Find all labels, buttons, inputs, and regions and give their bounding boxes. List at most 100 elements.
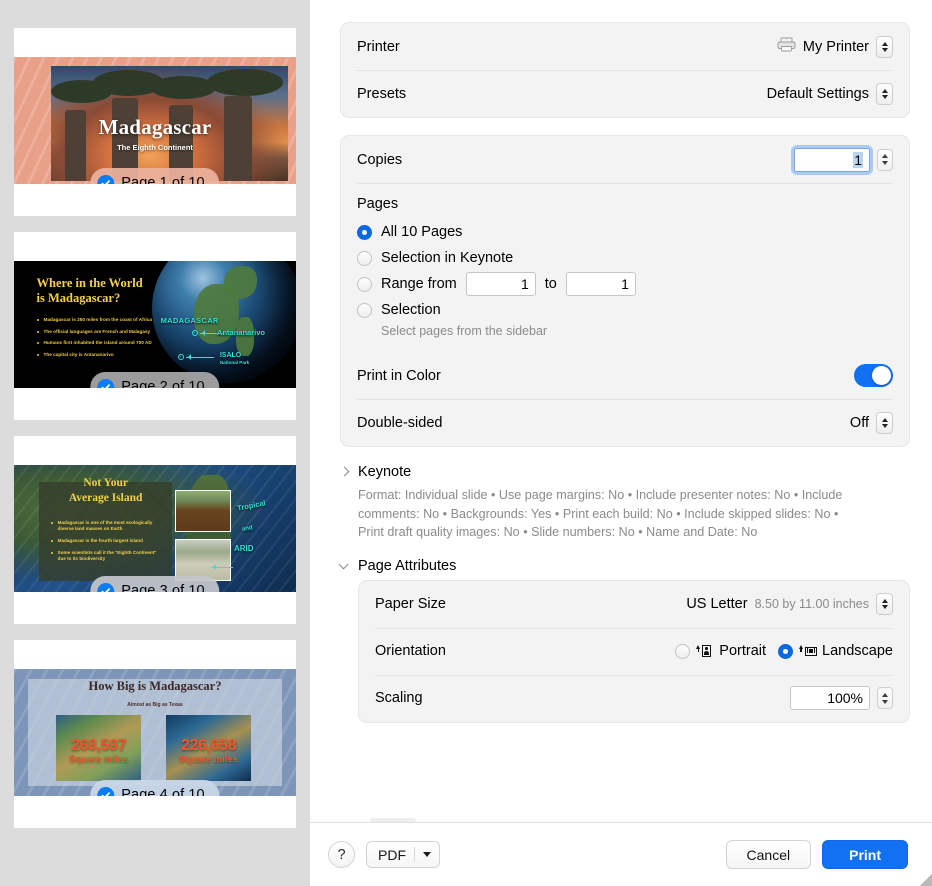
copies-input[interactable]: 1 xyxy=(794,147,870,172)
print-in-color-row[interactable]: Print in Color xyxy=(341,352,909,399)
next-section-partial xyxy=(340,818,910,822)
double-sided-popup-button[interactable] xyxy=(876,411,893,434)
chevron-down-icon[interactable] xyxy=(340,561,350,571)
portrait-label: Portrait xyxy=(719,643,767,659)
pages-option-selection-keynote-label: Selection in Keynote xyxy=(381,250,514,266)
keynote-summary: Format: Individual slide • Use page marg… xyxy=(358,488,843,539)
print-dialog: Madagascar The Eighth Continent Page 1 o… xyxy=(0,0,932,886)
page-card-3[interactable]: Not Your Average Island Madagascar is on… xyxy=(14,436,296,624)
slide4-subtitle: Almost as Big as Texas xyxy=(127,702,183,709)
page-attributes-section: Page Attributes Paper Size US Letter 8.5… xyxy=(340,558,910,723)
radio-portrait[interactable] xyxy=(675,643,691,659)
pages-option-all[interactable]: All 10 Pages xyxy=(357,219,893,245)
slide2-annotation-antananarivo: Antananarivo xyxy=(217,328,265,338)
presets-value: Default Settings xyxy=(766,85,869,102)
slide-thumbnail-4[interactable]: How Big is Madagascar? Almost as Big as … xyxy=(14,669,296,796)
page-card-1[interactable]: Madagascar The Eighth Continent Page 1 o… xyxy=(14,28,296,216)
slide4-stat-right-unit: Square miles xyxy=(178,754,239,766)
scaling-row[interactable]: Scaling 100% xyxy=(359,674,909,722)
checkmark-icon xyxy=(97,582,115,592)
page-attributes-disclosure-header[interactable]: Page Attributes xyxy=(340,558,910,574)
scaling-input[interactable]: 100% xyxy=(790,686,870,710)
orientation-option-portrait[interactable]: Portrait xyxy=(675,643,766,660)
page-badge-2[interactable]: Page 2 of 10 xyxy=(90,372,220,388)
chevron-right-icon[interactable] xyxy=(340,467,350,477)
dialog-action-bar: ? PDF Cancel Print xyxy=(310,822,932,886)
slide1-subtitle: The Eighth Continent xyxy=(117,143,193,153)
scaling-stepper[interactable] xyxy=(877,687,893,709)
orientation-option-landscape[interactable]: Landscape xyxy=(778,643,893,660)
page-card-4[interactable]: How Big is Madagascar? Almost as Big as … xyxy=(14,640,296,828)
card-top-padding xyxy=(14,436,296,465)
card-bottom-padding xyxy=(14,388,296,420)
slide2-bullet-list: Madagascar is 250 miles from the coast o… xyxy=(36,317,178,364)
print-options-scroll-area[interactable]: Printer My Printer Presets Default Setti… xyxy=(310,0,932,822)
page-badge-4[interactable]: Page 4 of 10 xyxy=(90,780,220,796)
slide2-bullet: The official languages are French and Ma… xyxy=(36,329,178,335)
card-top-padding xyxy=(14,640,296,669)
page-badge-label: Page 3 of 10 xyxy=(121,583,205,592)
slide4-title: How Big is Madagascar? xyxy=(88,679,222,694)
slide3-bullet: Some scientists call it the "Eighth Cont… xyxy=(50,550,164,562)
slide3-bullet: Madagascar is the fourth largest island xyxy=(50,538,164,544)
slide3-bullet: Madagascar is one of the most ecological… xyxy=(50,520,164,532)
presets-row[interactable]: Presets Default Settings xyxy=(341,70,909,117)
slide4-stat-left-unit: Square miles xyxy=(69,754,129,766)
printer-popup-button[interactable] xyxy=(876,35,893,58)
page-badge-3[interactable]: Page 3 of 10 xyxy=(90,576,220,592)
slide3-title: Not Your Average Island xyxy=(68,477,143,504)
slide-thumbnail-3[interactable]: Not Your Average Island Madagascar is on… xyxy=(14,465,296,592)
print-in-color-toggle[interactable] xyxy=(854,364,893,387)
pages-option-range[interactable]: Range from 1 to 1 xyxy=(357,271,893,297)
orientation-label: Orientation xyxy=(375,643,446,659)
paper-size-row[interactable]: Paper Size US Letter 8.50 by 11.00 inche… xyxy=(359,581,909,628)
resize-handle[interactable] xyxy=(920,874,932,886)
radio-selection[interactable] xyxy=(357,302,372,318)
cancel-button[interactable]: Cancel xyxy=(725,840,812,869)
card-top-padding xyxy=(14,28,296,57)
landscape-icon xyxy=(799,643,818,660)
landscape-label: Landscape xyxy=(822,643,893,659)
pdf-menu-button[interactable]: PDF xyxy=(366,841,440,868)
slide3-photo-arid xyxy=(174,538,232,581)
printer-group: Printer My Printer Presets Default Setti… xyxy=(340,22,910,118)
pages-option-selection[interactable]: Selection xyxy=(357,297,893,323)
keynote-title: Keynote xyxy=(358,464,412,480)
pages-option-selection-keynote[interactable]: Selection in Keynote xyxy=(357,245,893,271)
print-button[interactable]: Print xyxy=(822,840,908,869)
copies-row[interactable]: Copies 1 xyxy=(341,136,909,183)
card-bottom-padding xyxy=(14,796,296,828)
printer-row[interactable]: Printer My Printer xyxy=(341,23,909,70)
paper-size-value: US Letter xyxy=(686,596,748,612)
presets-label: Presets xyxy=(357,85,407,102)
page-card-2[interactable]: Where in the World is Madagascar? Madaga… xyxy=(14,232,296,420)
presets-popup-button[interactable] xyxy=(876,82,893,105)
radio-landscape[interactable] xyxy=(778,643,794,659)
radio-all-pages[interactable] xyxy=(357,224,372,240)
slide2-annotation-isalo: ISALO National Park xyxy=(219,352,250,366)
printer-label: Printer xyxy=(357,38,400,55)
slide-thumbnail-1[interactable]: Madagascar The Eighth Continent Page 1 o… xyxy=(14,57,296,184)
range-to-input[interactable]: 1 xyxy=(565,272,636,296)
paper-size-popup-button[interactable] xyxy=(876,593,893,615)
keynote-disclosure-header[interactable]: Keynote xyxy=(340,464,910,480)
page-badge-label: Page 2 of 10 xyxy=(121,379,205,388)
orientation-row[interactable]: Orientation Portrait Landscape xyxy=(359,627,909,675)
radio-selection-in-keynote[interactable] xyxy=(357,250,372,266)
radio-range-from[interactable] xyxy=(357,276,372,292)
page-badge-1[interactable]: Page 1 of 10 xyxy=(90,168,220,184)
pdf-label: PDF xyxy=(378,846,406,863)
slide1-title: Madagascar xyxy=(98,115,212,140)
range-from-input[interactable]: 1 xyxy=(465,272,536,296)
checkmark-icon xyxy=(97,378,115,388)
card-bottom-padding xyxy=(14,592,296,624)
checkmark-icon xyxy=(97,174,115,184)
help-button[interactable]: ? xyxy=(328,841,355,868)
page-thumbnail-sidebar[interactable]: Madagascar The Eighth Continent Page 1 o… xyxy=(0,0,310,886)
pages-option-range-label: Range from xyxy=(381,276,457,292)
printer-icon xyxy=(777,37,796,57)
double-sided-row[interactable]: Double-sided Off xyxy=(341,399,909,446)
slide-thumbnail-2[interactable]: Where in the World is Madagascar? Madaga… xyxy=(14,261,296,388)
scaling-label: Scaling xyxy=(375,690,423,706)
copies-stepper[interactable] xyxy=(877,148,893,171)
